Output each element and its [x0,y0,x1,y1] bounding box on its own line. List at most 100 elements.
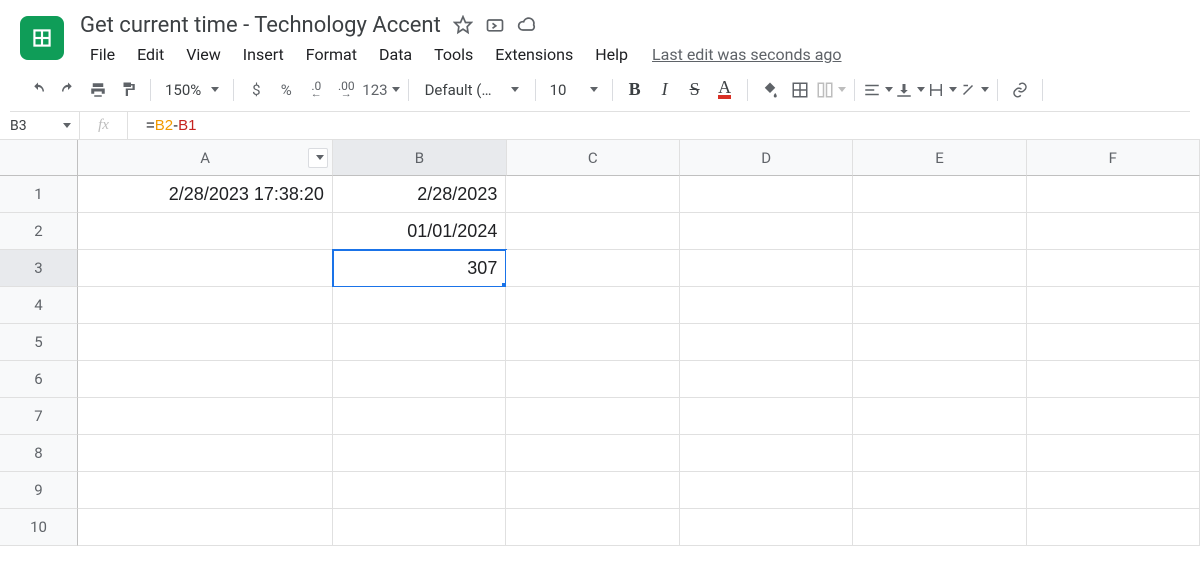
cell-F3[interactable] [1027,250,1200,287]
cell-E9[interactable] [853,472,1026,509]
currency-button[interactable]: $ [242,76,270,104]
cell-A7[interactable] [78,398,333,435]
cell-E5[interactable] [853,324,1026,361]
font-select[interactable]: Default (Ari… [417,76,527,104]
cell-C3[interactable] [506,250,679,287]
cell-C5[interactable] [506,324,679,361]
last-edit-link[interactable]: Last edit was seconds ago [652,45,841,64]
row-header-9[interactable]: 9 [0,472,78,509]
menu-file[interactable]: File [80,41,125,68]
col-header-A[interactable]: A [78,140,333,176]
name-box[interactable]: B3 [0,112,80,139]
italic-button[interactable]: I [651,76,679,104]
strikethrough-button[interactable]: S [681,76,709,104]
menu-data[interactable]: Data [369,41,422,68]
row-header-3[interactable]: 3 [0,250,78,287]
cell-E10[interactable] [853,509,1026,546]
menu-edit[interactable]: Edit [127,41,174,68]
cell-F2[interactable] [1027,213,1200,250]
row-header-7[interactable]: 7 [0,398,78,435]
cell-B9[interactable] [333,472,506,509]
cell-F4[interactable] [1027,287,1200,324]
cell-B7[interactable] [333,398,506,435]
cell-B1[interactable]: 2/28/2023 [333,176,506,213]
cell-D1[interactable] [680,176,853,213]
cell-D8[interactable] [680,435,853,472]
insert-link-button[interactable] [1006,76,1034,104]
cell-A4[interactable] [78,287,333,324]
cell-C4[interactable] [506,287,679,324]
cell-D3[interactable] [680,250,853,287]
text-rotation-button[interactable] [959,76,989,104]
cell-C8[interactable] [506,435,679,472]
number-format-button[interactable]: 123 [362,76,399,104]
row-header-5[interactable]: 5 [0,324,78,361]
paint-format-button[interactable] [114,76,142,104]
menu-view[interactable]: View [176,41,231,68]
vertical-align-button[interactable] [895,76,925,104]
cell-A10[interactable] [78,509,333,546]
text-color-button[interactable]: A [711,76,739,104]
cell-C7[interactable] [506,398,679,435]
cell-C2[interactable] [506,213,679,250]
cell-F8[interactable] [1027,435,1200,472]
cell-F7[interactable] [1027,398,1200,435]
cell-A9[interactable] [78,472,333,509]
formula-bar[interactable]: =B2-B1 [128,112,1200,139]
cell-D10[interactable] [680,509,853,546]
cell-A5[interactable] [78,324,333,361]
col-header-F[interactable]: F [1027,140,1200,176]
cell-E6[interactable] [853,361,1026,398]
print-button[interactable] [84,76,112,104]
row-header-10[interactable]: 10 [0,509,78,546]
row-header-6[interactable]: 6 [0,361,78,398]
percent-button[interactable]: % [272,76,300,104]
cell-F10[interactable] [1027,509,1200,546]
cell-B4[interactable] [333,287,506,324]
cell-F6[interactable] [1027,361,1200,398]
cell-D2[interactable] [680,213,853,250]
cell-D9[interactable] [680,472,853,509]
star-icon[interactable] [453,15,473,35]
col-header-E[interactable]: E [853,140,1026,176]
cell-C1[interactable] [506,176,679,213]
cell-E4[interactable] [853,287,1026,324]
undo-button[interactable] [24,76,52,104]
cell-E8[interactable] [853,435,1026,472]
menu-tools[interactable]: Tools [424,41,483,68]
cell-D4[interactable] [680,287,853,324]
menu-extensions[interactable]: Extensions [485,41,583,68]
select-all-corner[interactable] [0,140,78,176]
horizontal-align-button[interactable] [863,76,893,104]
cell-C9[interactable] [506,472,679,509]
cell-A3[interactable] [78,250,333,287]
cell-E1[interactable] [853,176,1026,213]
cell-E2[interactable] [853,213,1026,250]
cell-D7[interactable] [680,398,853,435]
cell-D5[interactable] [680,324,853,361]
cell-C10[interactable] [506,509,679,546]
move-icon[interactable] [485,15,505,35]
cell-B8[interactable] [333,435,506,472]
cell-B6[interactable] [333,361,506,398]
row-header-8[interactable]: 8 [0,435,78,472]
col-header-D[interactable]: D [680,140,853,176]
cell-E7[interactable] [853,398,1026,435]
cell-A2[interactable] [78,213,333,250]
document-title[interactable]: Get current time - Technology Accent [80,13,441,38]
decrease-decimal-button[interactable]: .0← [302,76,330,104]
cell-A8[interactable] [78,435,333,472]
cell-A6[interactable] [78,361,333,398]
bold-button[interactable]: B [621,76,649,104]
cell-B2[interactable]: 01/01/2024 [333,213,506,250]
menu-insert[interactable]: Insert [233,41,294,68]
merge-cells-button[interactable] [816,76,846,104]
cell-B10[interactable] [333,509,506,546]
menu-help[interactable]: Help [585,41,638,68]
cell-C6[interactable] [506,361,679,398]
redo-button[interactable] [54,76,82,104]
col-header-C[interactable]: C [507,140,680,176]
cell-B3[interactable]: 307 [333,250,506,287]
increase-decimal-button[interactable]: .00→ [332,76,360,104]
row-header-4[interactable]: 4 [0,287,78,324]
